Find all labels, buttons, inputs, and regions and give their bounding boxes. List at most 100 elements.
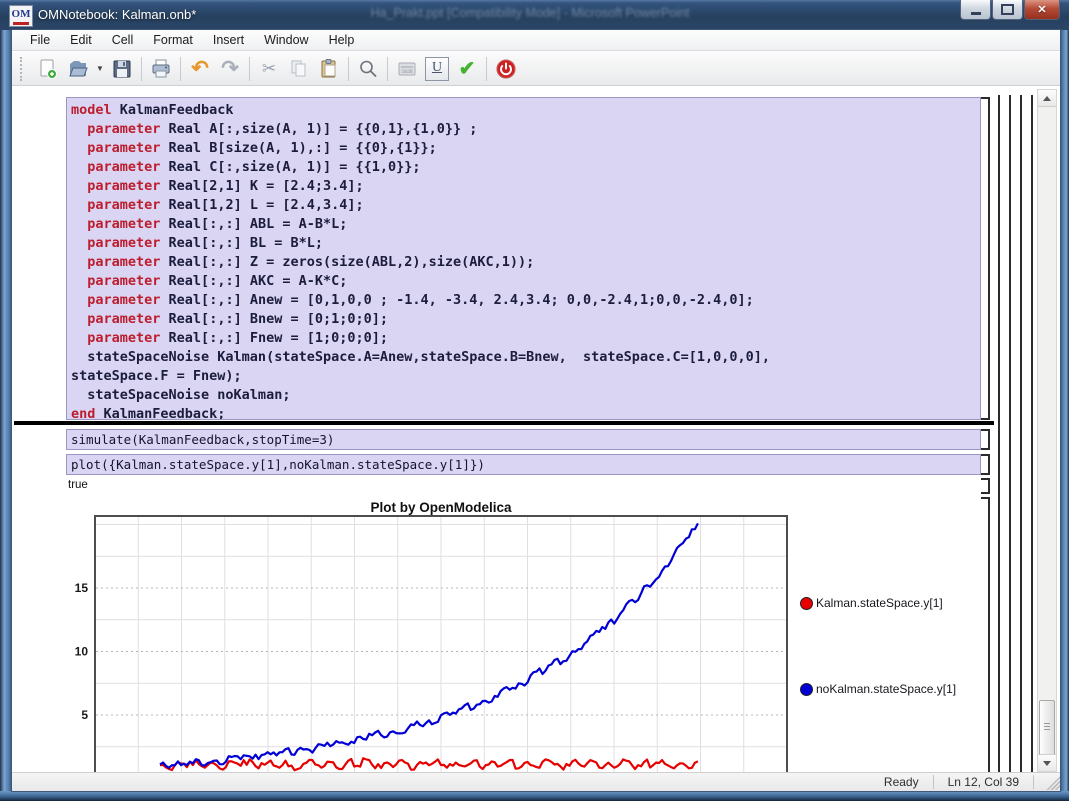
toolbar: ▼ ↶ ↷ ✂	[12, 52, 1060, 86]
save-button[interactable]	[107, 56, 137, 82]
output-text: true	[68, 479, 88, 491]
paste-button[interactable]	[314, 56, 344, 82]
code-line: parameter Real B[size(A, 1),:] = {{0},{1…	[71, 139, 980, 158]
toolbar-separator	[141, 57, 142, 81]
group-bracket-line[interactable]	[1031, 95, 1033, 772]
undo-icon: ↶	[191, 59, 209, 79]
cell-insertion-cursor[interactable]	[14, 421, 994, 425]
code-line: parameter Real A[:,size(A, 1)] = {{0,1},…	[71, 120, 980, 139]
insert-image-icon	[396, 58, 418, 80]
toolbar-separator	[486, 57, 487, 81]
maximize-button[interactable]	[992, 0, 1023, 20]
window-border-left	[0, 30, 12, 791]
menu-window[interactable]: Window	[254, 31, 318, 49]
background-window-title: Ha_Prakt.ppt [Compatibility Mode] - Micr…	[310, 6, 750, 20]
cell-bracket-plot-result[interactable]	[981, 497, 990, 772]
code-line: parameter Real[:,:] AKC = A-K*C;	[71, 272, 980, 291]
minimize-button[interactable]	[960, 0, 991, 20]
plot-command: plot({Kalman.stateSpace.y[1],noKalman.st…	[71, 457, 485, 472]
app-logo-icon: OM	[9, 5, 33, 27]
new-document-icon	[37, 58, 59, 80]
redo-button[interactable]: ↷	[215, 56, 245, 82]
maximize-icon	[1001, 4, 1014, 15]
status-bar: Ready Ln 12, Col 39	[12, 772, 1060, 791]
arrow-up-icon	[1043, 96, 1051, 101]
cell-bracket-plot[interactable]	[981, 454, 990, 475]
print-icon	[150, 58, 172, 80]
title-bar[interactable]: OM OMNotebook: Kalman.onb* Ha_Prakt.ppt …	[0, 0, 1069, 30]
svg-text:15: 15	[75, 581, 89, 595]
toolbar-grip[interactable]	[20, 57, 25, 81]
legend-dot-icon	[800, 683, 813, 696]
redo-icon: ↷	[221, 59, 239, 79]
group-bracket-line[interactable]	[1009, 95, 1011, 772]
evaluate-button[interactable]: ✔	[452, 56, 482, 82]
code-line: end KalmanFeedback;	[71, 405, 980, 420]
window-controls: ✕	[960, 0, 1060, 20]
scrollbar-thumb[interactable]	[1039, 700, 1055, 756]
new-document-button[interactable]	[33, 56, 63, 82]
insert-image-button[interactable]	[392, 56, 422, 82]
notebook-area[interactable]: model KalmanFeedback parameter Real A[:,…	[12, 87, 1060, 772]
app-client-area: FileEditCellFormatInsertWindowHelp ▼ ↶ ↷…	[12, 30, 1060, 791]
code-line: model KalmanFeedback	[71, 101, 980, 120]
menu-file[interactable]: File	[20, 31, 60, 49]
code-line: parameter Real[:,:] Bnew = [0;1;0;0];	[71, 310, 980, 329]
close-button[interactable]: ✕	[1024, 0, 1060, 20]
legend-dot-icon	[800, 597, 813, 610]
open-button[interactable]	[63, 56, 93, 82]
menu-cell[interactable]: Cell	[102, 31, 144, 49]
plot-svg: 5 10 15	[12, 497, 1060, 772]
code-line: parameter Real[1,2] L = [2.4,3.4];	[71, 196, 980, 215]
undo-button[interactable]: ↶	[185, 56, 215, 82]
underline-button[interactable]: U	[422, 56, 452, 82]
minimize-icon	[971, 12, 981, 15]
legend-label: noKalman.stateSpace.y[1]	[816, 682, 956, 696]
stop-button[interactable]	[491, 56, 521, 82]
menu-edit[interactable]: Edit	[60, 31, 102, 49]
toolbar-separator	[249, 57, 250, 81]
legend-item: noKalman.stateSpace.y[1]	[800, 682, 956, 696]
menu-format[interactable]: Format	[143, 31, 203, 49]
code-line: parameter Real[:,:] Z = zeros(size(ABL,2…	[71, 253, 980, 272]
chevron-down-icon: ▼	[96, 64, 104, 73]
omnotebook-window: OM OMNotebook: Kalman.onb* Ha_Prakt.ppt …	[0, 0, 1069, 801]
cell-bracket-code[interactable]	[981, 97, 990, 420]
menu-insert[interactable]: Insert	[203, 31, 254, 49]
plot-command-cell[interactable]: plot({Kalman.stateSpace.y[1],noKalman.st…	[66, 454, 981, 475]
cell-bracket-output[interactable]	[981, 478, 990, 494]
window-border-right	[1060, 30, 1069, 791]
code-cell[interactable]: model KalmanFeedback parameter Real A[:,…	[66, 97, 981, 420]
resize-grip[interactable]	[1042, 774, 1060, 790]
search-button[interactable]	[353, 56, 383, 82]
plot-area: Plot by OpenModelica 51015 Kalman.stateS…	[12, 497, 1060, 772]
scroll-down-button[interactable]	[1038, 754, 1056, 771]
underline-icon: U	[425, 57, 449, 81]
cut-button[interactable]: ✂	[254, 56, 284, 82]
group-bracket-line[interactable]	[1020, 95, 1022, 772]
code-line: parameter Real[2,1] K = [2.4;3.4];	[71, 177, 980, 196]
status-ready: Ready	[870, 775, 933, 789]
legend-label: Kalman.stateSpace.y[1]	[816, 596, 943, 610]
code-line: parameter Real[:,:] BL = B*L;	[71, 234, 980, 253]
cut-icon: ✂	[262, 59, 276, 79]
open-dropdown-button[interactable]: ▼	[93, 56, 107, 82]
toolbar-separator	[180, 57, 181, 81]
window-title: OMNotebook: Kalman.onb*	[38, 0, 196, 30]
vertical-scrollbar[interactable]	[1037, 89, 1057, 772]
code-line: stateSpaceNoise Kalman(stateSpace.A=Anew…	[71, 348, 980, 367]
menu-help[interactable]: Help	[319, 31, 365, 49]
print-button[interactable]	[146, 56, 176, 82]
svg-text:5: 5	[81, 708, 88, 722]
paste-icon	[318, 58, 340, 80]
scroll-up-button[interactable]	[1038, 90, 1056, 107]
toolbar-separator	[348, 57, 349, 81]
code-line: stateSpaceNoise noKalman;	[71, 386, 980, 405]
group-bracket-line[interactable]	[998, 95, 1000, 772]
toolbar-separator	[387, 57, 388, 81]
open-folder-icon	[67, 58, 89, 80]
simulate-cell[interactable]: simulate(KalmanFeedback,stopTime=3)	[66, 429, 981, 450]
copy-button[interactable]	[284, 56, 314, 82]
svg-text:10: 10	[75, 645, 89, 659]
cell-bracket-simulate[interactable]	[981, 429, 990, 450]
